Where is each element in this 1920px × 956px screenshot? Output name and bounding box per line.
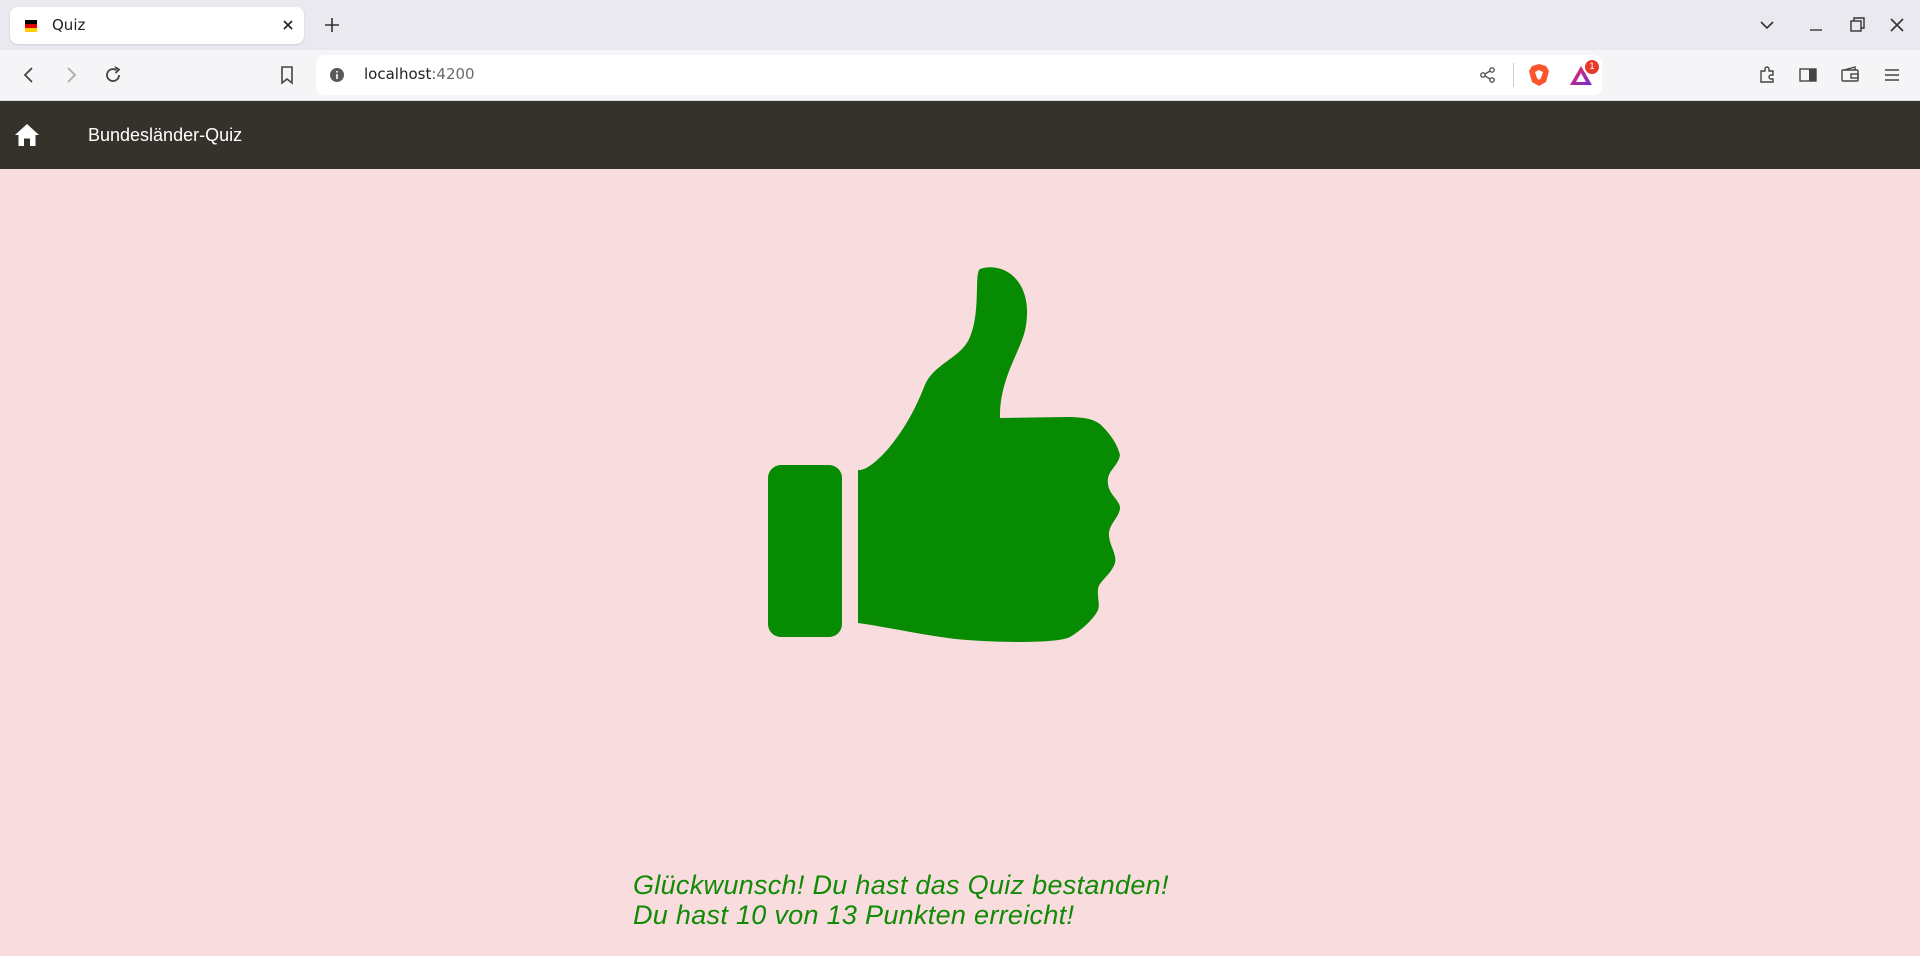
address-bar-divider (1513, 63, 1514, 87)
url-host: localhost (364, 65, 432, 83)
back-icon[interactable] (17, 63, 41, 87)
sidebar-icon[interactable] (1796, 63, 1820, 87)
extensions-icon[interactable] (1755, 63, 1779, 87)
menu-icon[interactable] (1880, 63, 1904, 87)
rewards-badge: 1 (1585, 60, 1599, 74)
new-tab-icon[interactable] (321, 14, 343, 36)
address-bar[interactable]: localhost:4200 1 (316, 55, 1602, 95)
wallet-icon[interactable] (1838, 63, 1862, 87)
window-close-icon[interactable] (1887, 15, 1907, 35)
minimize-icon[interactable] (1806, 15, 1826, 35)
nav-title-link[interactable]: Bundesländer-Quiz (88, 125, 242, 146)
restore-icon[interactable] (1847, 15, 1867, 35)
browser-toolbar: localhost:4200 1 (0, 50, 1920, 101)
score-text: Du hast 10 von 13 Punkten erreicht! (633, 900, 1075, 930)
info-icon[interactable] (328, 66, 346, 84)
browser-tab-bar: Quiz (0, 0, 1920, 50)
forward-icon[interactable] (59, 63, 83, 87)
share-icon[interactable] (1478, 65, 1498, 85)
browser-tab[interactable]: Quiz (10, 7, 304, 44)
home-icon[interactable] (14, 123, 40, 147)
result-message: Glückwunsch! Du hast das Quiz bestanden!… (633, 870, 1169, 930)
congratulations-text: Glückwunsch! Du hast das Quiz bestanden! (633, 870, 1169, 900)
tab-title: Quiz (52, 16, 86, 34)
bookmark-icon[interactable] (275, 63, 299, 87)
german-flag-icon (25, 20, 37, 32)
brave-shields-icon[interactable] (1528, 63, 1550, 87)
chevron-down-icon[interactable] (1757, 15, 1777, 35)
url-text: localhost:4200 (364, 65, 475, 83)
reload-icon[interactable] (101, 63, 125, 87)
app-navbar: Bundesländer-Quiz (0, 101, 1920, 169)
thumbs-up-icon (768, 267, 1121, 642)
url-port: :4200 (431, 65, 475, 83)
tab-close-icon[interactable] (278, 15, 298, 35)
